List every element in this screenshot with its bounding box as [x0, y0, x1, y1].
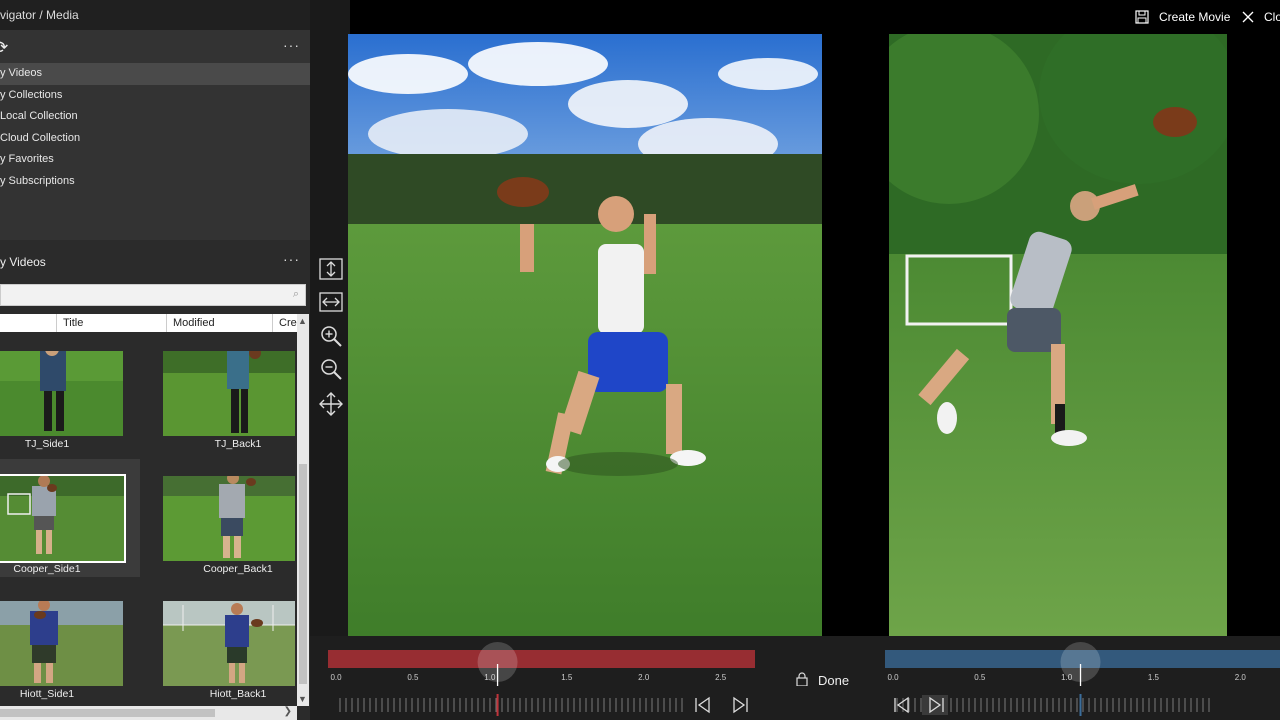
fit-horizontal-icon[interactable]: [318, 289, 344, 315]
vertical-scrollbar[interactable]: ▲ ▼: [297, 314, 309, 706]
close-button[interactable]: Clo: [1240, 8, 1280, 26]
panel-title: vigator / Media: [0, 0, 310, 30]
video-tile[interactable]: TJ_Back1: [163, 334, 296, 452]
nav-item-favorites[interactable]: y Favorites: [0, 149, 310, 171]
left-tick-label: 2.0: [638, 673, 650, 682]
search-input[interactable]: ⌕: [0, 284, 306, 306]
left-step-forward-icon[interactable]: [733, 696, 746, 714]
video-tile[interactable]: TJ_Side1: [0, 334, 140, 452]
video-tile-selected[interactable]: Cooper_Side1: [0, 459, 140, 577]
right-tick-label: 2.0: [1235, 673, 1247, 682]
search-icon: ⌕: [292, 288, 299, 300]
right-step-forward-highlight: [922, 695, 948, 715]
horizontal-scrollbar[interactable]: ❯: [0, 706, 297, 720]
library-title: y Videos: [0, 255, 46, 269]
nav-item-videos[interactable]: y Videos: [0, 63, 310, 85]
right-tick-label: 0.0: [887, 673, 899, 682]
video-thumbnail: [0, 351, 123, 436]
scrollbar-thumb[interactable]: [0, 709, 215, 717]
refresh-icon[interactable]: ⟳: [0, 39, 12, 57]
video-compare-area: [348, 34, 1280, 636]
fit-vertical-icon[interactable]: [318, 256, 344, 282]
close-icon: [1242, 11, 1254, 23]
done-button[interactable]: Done: [818, 673, 849, 688]
navigator-tree: ⟳ ··· y Videos y Collections Local Colle…: [0, 30, 310, 240]
video-tile[interactable]: Hiott_Back1: [163, 584, 296, 702]
video-tile[interactable]: Hiott_Side1: [0, 584, 140, 702]
left-tick-label: 0.5: [407, 673, 419, 682]
left-tick-label: 2.5: [715, 673, 727, 682]
right-tick-label: 0.5: [974, 673, 986, 682]
video-thumbnail: [163, 476, 295, 561]
video-tile[interactable]: Cooper_Back1: [163, 459, 296, 577]
create-movie-button[interactable]: Create Movie: [1135, 8, 1230, 26]
create-movie-label: Create Movie: [1159, 10, 1231, 24]
column-created[interactable]: Cre: [272, 314, 298, 332]
video-thumbnail: [163, 601, 295, 686]
video-thumbnail: [163, 351, 295, 436]
video-caption: Hiott_Side1: [19, 688, 75, 700]
video-thumbnail: [0, 601, 123, 686]
timeline-tracks[interactable]: 0.0 0.5 1.0 1.5 2.0 2.5 0.0 0.5 1.0 1.5 2.0: [310, 636, 1280, 720]
video-caption: TJ_Back1: [214, 438, 262, 450]
left-tick-label: 1.5: [561, 673, 573, 682]
more-icon[interactable]: ···: [283, 37, 300, 53]
close-label: Clo: [1264, 10, 1280, 24]
save-icon: [1135, 10, 1149, 24]
video-caption: Hiott_Back1: [209, 688, 267, 700]
video-thumbnail: [0, 474, 126, 563]
scrollbar-thumb[interactable]: [299, 464, 307, 684]
left-track-bar[interactable]: [328, 650, 755, 668]
navigator-panel: vigator / Media ⟳ ··· y Videos y Collect…: [0, 0, 310, 720]
zoom-out-icon[interactable]: [318, 356, 344, 382]
right-tick-label: 1.5: [1148, 673, 1160, 682]
top-toolbar: Create Movie Clo: [350, 0, 1280, 34]
nav-item-local-collection[interactable]: Local Collection: [0, 106, 310, 128]
timeline-panel: 0.0 0.5 1.0 1.5 2.0 2.5 0.0 0.5 1.0 1.5 2.0 Done: [310, 636, 1280, 720]
move-icon[interactable]: [318, 391, 344, 417]
video-caption: Cooper_Back1: [203, 563, 273, 575]
nav-item-subscriptions[interactable]: y Subscriptions: [0, 171, 310, 193]
nav-item-collections[interactable]: y Collections: [0, 85, 310, 107]
scroll-up-icon[interactable]: ▲: [298, 316, 307, 326]
more-icon[interactable]: ···: [283, 248, 300, 270]
column-modified[interactable]: Modified: [166, 314, 272, 332]
column-header: Title Modified Cre: [0, 314, 297, 332]
video-grid: TJ_Side1 TJ_Back1 Cooper_Side1 Cooper_Ba…: [0, 334, 296, 704]
right-video-player[interactable]: [889, 34, 1227, 636]
left-tick-label: 0.0: [330, 673, 342, 682]
scroll-right-icon[interactable]: ❯: [284, 706, 292, 717]
nav-item-cloud-collection[interactable]: Cloud Collection: [0, 128, 310, 150]
video-caption: TJ_Side1: [24, 438, 70, 450]
library-header: y Videos ···: [0, 248, 310, 276]
left-step-back-icon[interactable]: [697, 696, 710, 714]
right-playhead-handle[interactable]: [1060, 642, 1101, 682]
left-video-player[interactable]: [348, 34, 822, 636]
column-title[interactable]: Title: [56, 314, 166, 332]
lock-icon[interactable]: [796, 672, 808, 686]
navigator-list: y Videos y Collections Local Collection …: [0, 63, 310, 193]
zoom-in-icon[interactable]: [318, 323, 344, 349]
video-caption: Cooper_Side1: [13, 563, 81, 575]
view-tools: [310, 0, 350, 720]
left-playhead-handle[interactable]: [477, 642, 518, 682]
scroll-down-icon[interactable]: ▼: [298, 694, 307, 704]
